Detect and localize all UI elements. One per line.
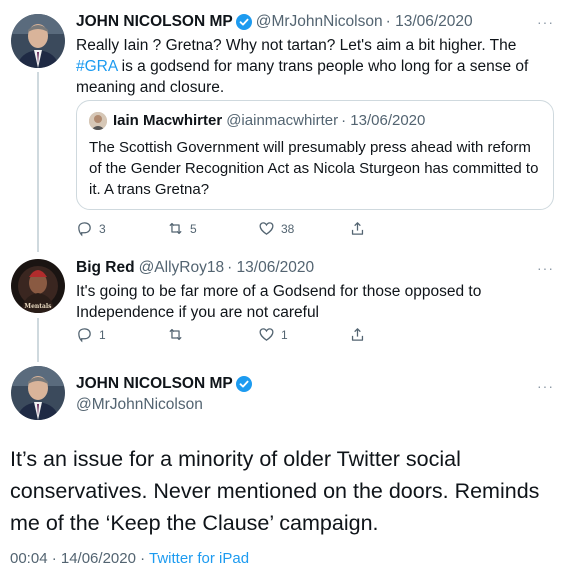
quoted-author-handle[interactable]: @iainmacwhirter — [226, 111, 338, 131]
verified-badge-icon — [235, 376, 252, 392]
share-button[interactable] — [349, 326, 366, 343]
more-options-icon[interactable]: ··· — [537, 378, 554, 394]
share-icon — [351, 328, 364, 341]
main-tweet-header: JOHN NICOLSON MP @MrJohnNicolson — [76, 374, 256, 414]
more-options-icon[interactable]: ··· — [537, 14, 554, 30]
tweet-1-actions: 3 5 38 — [76, 220, 366, 237]
retweet-icon — [169, 222, 182, 235]
thread-line-1 — [37, 72, 39, 252]
like-count: 38 — [281, 221, 295, 236]
verified-badge-icon — [235, 14, 252, 30]
share-button[interactable] — [349, 220, 366, 237]
author-name[interactable]: JOHN NICOLSON MP — [76, 12, 233, 32]
quoted-author-avatar — [89, 112, 107, 130]
tweet-timestamp[interactable]: 00:04 · 14/06/2020 · — [10, 550, 149, 567]
heart-icon — [259, 328, 274, 341]
author-name[interactable]: Big Red — [76, 258, 135, 278]
quoted-tweet[interactable]: Iain Macwhirter @iainmacwhirter · 13/06/… — [76, 100, 554, 210]
retweet-button[interactable]: 5 — [167, 220, 207, 237]
tweet-2-text: It's going to be far more of a Godsend f… — [76, 283, 482, 321]
tweet-date[interactable]: · 13/06/2020 — [386, 12, 473, 32]
main-tweet-text: It’s an issue for a minority of older Tw… — [10, 447, 540, 535]
author-handle[interactable]: @MrJohnNicolson — [76, 396, 256, 414]
avatar-big-red[interactable]: Mentals — [11, 259, 65, 313]
reply-button[interactable]: 3 — [76, 220, 116, 237]
tweet-1[interactable]: JOHN NICOLSON MP @MrJohnNicolson · 13/06… — [76, 12, 554, 98]
avatar-john-nicolson-main[interactable] — [11, 366, 65, 420]
tweet-2-header: Big Red @AllyRoy18 · 13/06/2020 — [76, 258, 554, 278]
reply-icon — [78, 328, 91, 343]
author-handle[interactable]: @MrJohnNicolson — [256, 12, 383, 32]
retweet-icon — [169, 328, 182, 341]
tweet-date[interactable]: · 13/06/2020 — [227, 258, 314, 278]
reply-icon — [78, 222, 91, 237]
client-link[interactable]: Twitter for iPad — [149, 550, 249, 567]
reply-count: 1 — [99, 327, 106, 342]
reply-count: 3 — [99, 221, 106, 236]
main-tweet-footer: 00:04 · 14/06/2020 · Twitter for iPad — [10, 550, 249, 567]
quoted-tweet-text: The Scottish Government will presumably … — [89, 139, 539, 198]
retweet-count: 5 — [190, 221, 197, 236]
tweet-2-actions: 1 1 — [76, 326, 366, 343]
author-handle[interactable]: @AllyRoy18 — [139, 258, 225, 278]
more-options-icon[interactable]: ··· — [537, 260, 554, 276]
avatar-john-nicolson[interactable] — [11, 14, 65, 68]
tweet-2[interactable]: Big Red @AllyRoy18 · 13/06/2020 ··· It's… — [76, 258, 554, 323]
hashtag-link[interactable]: #GRA — [76, 58, 117, 75]
tweet-text-part: Really Iain ? Gretna? Why not tartan? Le… — [76, 37, 517, 54]
reply-button[interactable]: 1 — [76, 326, 116, 343]
share-icon — [351, 222, 364, 235]
thread-line-2 — [37, 318, 39, 362]
like-button[interactable]: 1 — [258, 326, 298, 343]
heart-icon — [259, 222, 274, 235]
tweet-text-part: is a godsend for many trans people who l… — [76, 58, 529, 96]
quoted-tweet-date[interactable]: · 13/06/2020 — [341, 111, 425, 131]
like-button[interactable]: 38 — [258, 220, 298, 237]
avatar-label: Mentals — [24, 303, 52, 310]
quoted-tweet-header: Iain Macwhirter @iainmacwhirter · 13/06/… — [89, 111, 541, 131]
like-count: 1 — [281, 327, 288, 342]
retweet-button[interactable] — [167, 326, 207, 343]
tweet-1-header: JOHN NICOLSON MP @MrJohnNicolson · 13/06… — [76, 12, 554, 32]
quoted-author-name[interactable]: Iain Macwhirter — [113, 111, 222, 131]
author-name[interactable]: JOHN NICOLSON MP — [76, 374, 233, 394]
tweet-1-text: Really Iain ? Gretna? Why not tartan? Le… — [76, 35, 554, 98]
